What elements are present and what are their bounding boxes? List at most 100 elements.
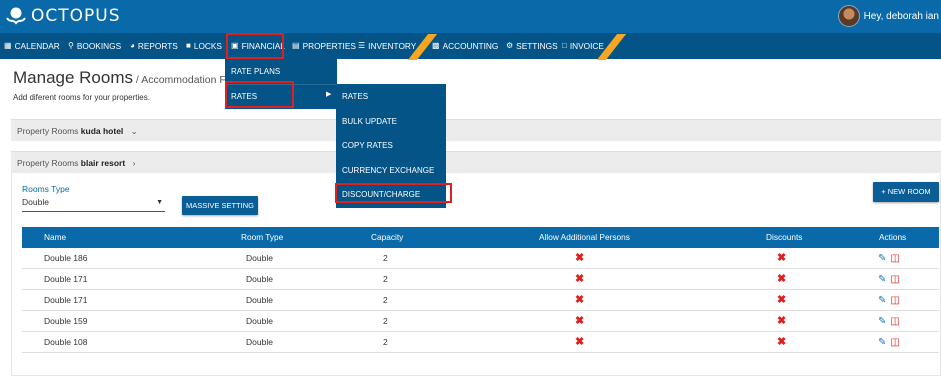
- table-row[interactable]: Double 171 Double 2 ✖ ✖ ✎ ◫: [22, 290, 939, 311]
- header-room-type[interactable]: Room Type: [241, 227, 283, 248]
- room-name: Double 171: [44, 274, 88, 284]
- page-header: Manage Rooms / Accommodation Facilit: [13, 68, 247, 88]
- x-icon: ✖: [777, 336, 787, 348]
- user-greeting: Hey, deborah ian: [863, 10, 939, 22]
- x-icon: ✖: [777, 315, 787, 327]
- room-capacity: 2: [383, 337, 388, 347]
- x-icon: ✖: [777, 273, 787, 285]
- trash-icon[interactable]: ◫: [890, 337, 899, 348]
- property-panel-kuda[interactable]: Property Rooms kuda hotel ⌄: [11, 119, 941, 141]
- room-type: Double: [246, 253, 273, 263]
- edit-icon[interactable]: ✎: [878, 274, 886, 285]
- table-row[interactable]: Double 159 Double 2 ✖ ✖ ✎ ◫: [22, 311, 939, 332]
- page-description: Add diferent rooms for your properties.: [13, 93, 150, 102]
- list-icon: ☰: [358, 41, 366, 50]
- room-capacity: 2: [383, 253, 388, 263]
- nav-label: ACCOUNTING: [442, 41, 499, 51]
- main-nav: ▦ CALENDAR ⚲ BOOKINGS ◕ REPORTS ■ LOCKS …: [0, 33, 941, 59]
- room-capacity: 2: [383, 316, 388, 326]
- book-icon: ▤: [292, 41, 300, 50]
- header-discounts[interactable]: Discounts: [766, 227, 802, 248]
- row-actions: ✎ ◫: [878, 332, 900, 353]
- nav-label: CALENDAR: [14, 41, 60, 51]
- highlight-financial: [226, 33, 284, 59]
- nav-calendar[interactable]: ▦ CALENDAR: [4, 33, 60, 59]
- edit-icon[interactable]: ✎: [878, 337, 886, 348]
- top-bar: OCTOPUS Hey, deborah ian: [0, 0, 941, 33]
- header-name[interactable]: Name: [44, 227, 66, 248]
- x-icon: ✖: [777, 294, 787, 306]
- property-name: blair resort: [80, 158, 126, 168]
- property-panel-blair[interactable]: Property Rooms blair resort ›: [11, 151, 941, 173]
- pie-chart-icon: ◕: [130, 41, 135, 50]
- room-capacity: 2: [383, 274, 388, 284]
- nav-label: INVOICE: [569, 41, 604, 51]
- nav-reports[interactable]: ◕ REPORTS: [130, 33, 178, 59]
- x-icon: ✖: [575, 273, 585, 285]
- header-allow-additional[interactable]: Allow Additional Persons: [539, 227, 630, 248]
- rooms-type-label: Rooms Type: [22, 184, 70, 194]
- massive-setting-button[interactable]: MASSIVE SETTING: [182, 196, 258, 215]
- room-name: Double 159: [44, 316, 88, 326]
- chevron-down-icon: ⌄: [130, 126, 138, 136]
- rooms-table: Name Room Type Capacity Allow Additional…: [22, 227, 939, 353]
- nav-invoice[interactable]: □ INVOICE: [562, 33, 604, 59]
- table-row[interactable]: Double 108 Double 2 ✖ ✖ ✎ ◫: [22, 332, 939, 353]
- header-capacity[interactable]: Capacity: [371, 227, 403, 248]
- room-name: Double 186: [44, 253, 88, 263]
- room-name: Double 171: [44, 295, 88, 305]
- row-actions: ✎ ◫: [878, 248, 900, 269]
- row-actions: ✎ ◫: [878, 311, 900, 332]
- submenu-item-rates[interactable]: RATES: [342, 92, 368, 101]
- octopus-logo-icon: [6, 7, 26, 25]
- edit-icon[interactable]: ✎: [878, 316, 886, 327]
- trash-icon[interactable]: ◫: [890, 316, 899, 327]
- rooms-type-select[interactable]: Double ▼: [22, 195, 165, 212]
- nav-locks[interactable]: ■ LOCKS: [186, 33, 222, 59]
- trash-icon[interactable]: ◫: [890, 295, 899, 306]
- row-actions: ✎ ◫: [878, 290, 900, 311]
- trash-icon[interactable]: ◫: [890, 274, 899, 285]
- room-type: Double: [246, 337, 273, 347]
- app-name: OCTOPUS: [31, 6, 121, 26]
- rooms-type-value: Double: [22, 197, 49, 207]
- table-row[interactable]: Double 186 Double 2 ✖ ✖ ✎ ◫: [22, 248, 939, 269]
- property-name: kuda hotel: [80, 126, 124, 136]
- nav-label: PROPERTIES: [302, 41, 356, 51]
- nav-label: INVENTORY: [368, 41, 417, 51]
- avatar[interactable]: [837, 5, 860, 27]
- nav-properties[interactable]: ▤ PROPERTIES: [292, 33, 356, 59]
- nav-bookings[interactable]: ⚲ BOOKINGS: [68, 33, 121, 59]
- trash-icon[interactable]: ◫: [890, 253, 899, 264]
- caret-down-icon: ▼: [156, 199, 163, 206]
- x-icon: ✖: [575, 336, 585, 348]
- x-icon: ✖: [575, 252, 585, 264]
- menu-item-rate-plans[interactable]: RATE PLANS: [231, 67, 280, 76]
- new-room-button[interactable]: + NEW ROOM: [873, 182, 939, 202]
- room-type: Double: [246, 295, 273, 305]
- room-name: Double 108: [44, 337, 88, 347]
- user-menu[interactable]: Hey, deborah ian: [837, 5, 939, 27]
- nav-settings[interactable]: ⚙ SETTINGS: [506, 33, 558, 59]
- nav-label: BOOKINGS: [76, 41, 122, 51]
- submenu-item-currency-exchange[interactable]: CURRENCY EXCHANGE: [342, 166, 434, 175]
- edit-icon[interactable]: ✎: [878, 253, 886, 264]
- caret-right-icon: ▶: [326, 91, 332, 98]
- edit-icon[interactable]: ✎: [878, 295, 886, 306]
- nav-label: REPORTS: [137, 41, 178, 51]
- room-type: Double: [246, 274, 273, 284]
- table-row[interactable]: Double 171 Double 2 ✖ ✖ ✎ ◫: [22, 269, 939, 290]
- nav-label: LOCKS: [193, 41, 222, 51]
- app-logo[interactable]: OCTOPUS: [5, 6, 121, 26]
- nav-label: SETTINGS: [516, 41, 558, 51]
- table-header: Name Room Type Capacity Allow Additional…: [22, 227, 939, 248]
- file-icon: □: [562, 41, 567, 50]
- nav-inventory[interactable]: ☰ INVENTORY: [358, 33, 416, 59]
- room-capacity: 2: [383, 295, 388, 305]
- submenu-item-bulk-update[interactable]: BULK UPDATE: [342, 117, 397, 126]
- nav-accounting[interactable]: ▩ ACCOUNTING: [432, 33, 498, 59]
- calendar-icon: ▦: [4, 41, 12, 50]
- gear-icon: ⚙: [506, 41, 514, 50]
- submenu-item-copy-rates[interactable]: COPY RATES: [342, 141, 393, 150]
- room-type: Double: [246, 316, 273, 326]
